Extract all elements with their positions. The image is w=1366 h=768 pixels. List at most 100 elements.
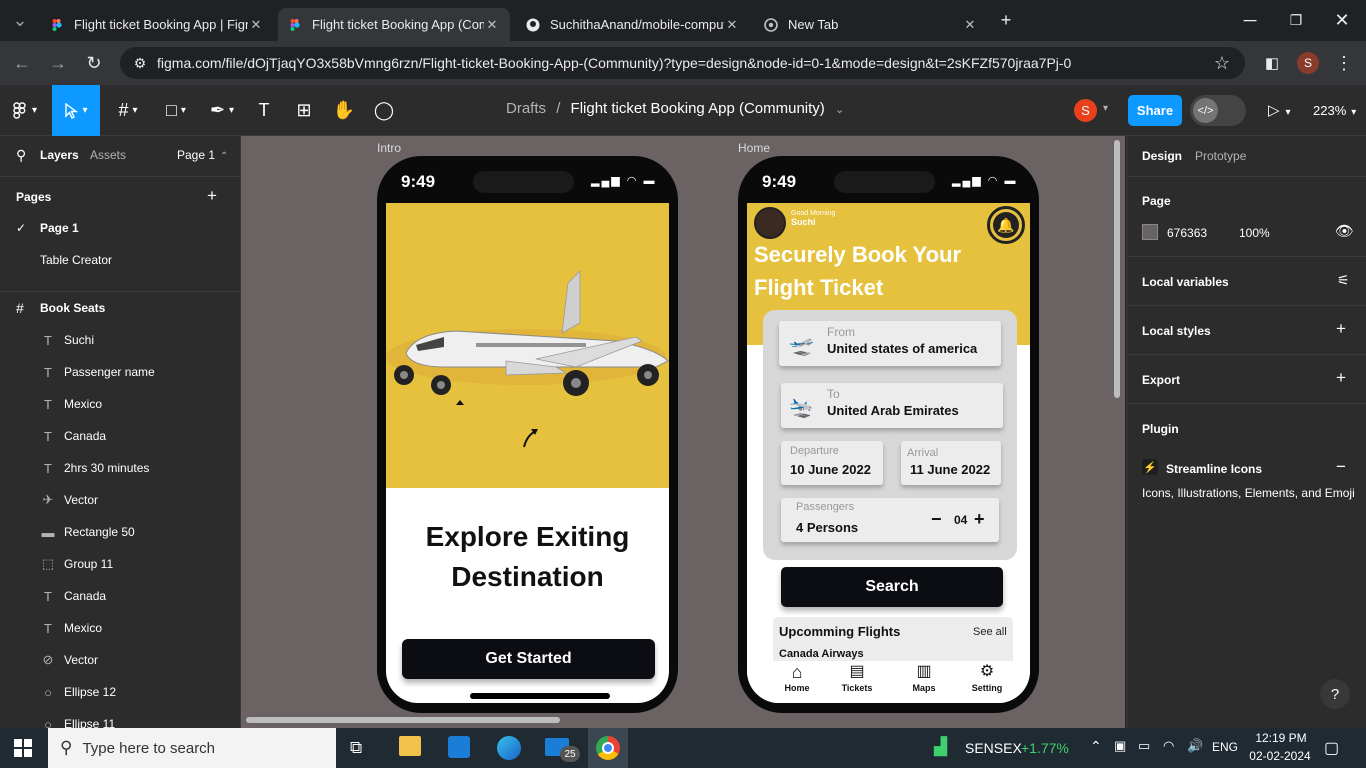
taskbar-search[interactable]: ⚲ Type here to search	[48, 728, 336, 768]
avatar-menu-chevron-icon[interactable]: ▾	[1103, 103, 1108, 114]
help-icon[interactable]: ?	[1320, 679, 1350, 709]
nav-maps[interactable]: ▥ Maps	[904, 661, 944, 693]
network-icon[interactable]: ◠	[1163, 738, 1174, 754]
search-layers-icon[interactable]: ⚲	[16, 147, 26, 164]
to-field[interactable]: 🛬 To United Arab Emirates	[781, 383, 1003, 428]
present-icon[interactable]: ▷ ▾	[1268, 101, 1291, 119]
add-page-icon[interactable]: +	[207, 186, 217, 206]
decrement-icon[interactable]: −	[931, 509, 942, 530]
frame-label-intro[interactable]: Intro	[377, 141, 401, 155]
address-bar[interactable]: figma.com/file/dOjTjaqYO3x58bVmng6rzn/Fl…	[120, 47, 1245, 79]
file-menu-chevron-icon[interactable]: ⌄	[835, 104, 844, 116]
zoom-level[interactable]: 223% ▾	[1313, 103, 1356, 118]
page-color-swatch[interactable]	[1142, 224, 1158, 240]
show-hidden-icons-icon[interactable]: ⌃	[1090, 738, 1102, 755]
notifications-icon[interactable]: ▢	[1324, 738, 1339, 758]
tab-new[interactable]: New Tab ✕	[754, 8, 988, 41]
text-tool-icon[interactable]: T	[246, 85, 282, 136]
plugin-name[interactable]: Streamline Icons	[1166, 462, 1262, 476]
add-export-icon[interactable]: +	[1336, 368, 1346, 388]
frame-label-home[interactable]: Home	[738, 141, 770, 155]
clock-time[interactable]: 12:19 PM	[1253, 731, 1309, 745]
tab-search-icon[interactable]: ⌄	[8, 8, 32, 32]
frame-layer-book-seats[interactable]: # Book Seats	[0, 292, 240, 324]
design-tab[interactable]: Design	[1142, 149, 1182, 163]
layer-item[interactable]: T Canada	[0, 580, 240, 612]
resources-tool-icon[interactable]: ⊞	[286, 85, 322, 136]
variables-settings-icon[interactable]: ⚟	[1337, 272, 1350, 289]
nav-setting[interactable]: ⚙ Setting	[967, 661, 1007, 693]
bookmark-star-icon[interactable]: ☆	[1210, 51, 1234, 75]
dev-mode-toggle[interactable]: </>	[1190, 95, 1246, 126]
add-style-icon[interactable]: +	[1336, 319, 1346, 339]
collapse-plugin-icon[interactable]: −	[1336, 457, 1346, 477]
vertical-scrollbar[interactable]	[1114, 140, 1120, 398]
tab-figma-2[interactable]: Flight ticket Booking App (Community) ✕	[278, 8, 510, 41]
design-canvas[interactable]: Intro Home 9:49 ▂▄▆ ◠ ▬ Explore Exiting …	[241, 136, 1125, 728]
main-menu-icon[interactable]: ▾	[0, 85, 50, 136]
breadcrumb[interactable]: Drafts / Flight ticket Booking App (Comm…	[506, 100, 844, 117]
layer-item[interactable]: T Mexico	[0, 388, 240, 420]
close-tab-icon[interactable]: ✕	[484, 17, 500, 33]
nav-home[interactable]: ⌂ Home	[777, 661, 817, 693]
meet-icon[interactable]: ▣	[1114, 738, 1126, 754]
page-item-1[interactable]: ✓ Page 1	[0, 212, 240, 244]
page-item-2[interactable]: Table Creator	[0, 244, 240, 276]
breadcrumb-drafts[interactable]: Drafts	[506, 100, 546, 117]
close-window-icon[interactable]: ✕	[1330, 8, 1354, 32]
get-started-button[interactable]: Get Started	[402, 639, 655, 679]
layers-tab[interactable]: Layers	[40, 148, 79, 162]
intro-phone-frame[interactable]: 9:49 ▂▄▆ ◠ ▬ Explore Exiting Destination…	[377, 156, 678, 713]
chrome-taskbar-button[interactable]	[588, 728, 628, 768]
nav-tickets[interactable]: ▤ Tickets	[837, 661, 877, 693]
layer-item[interactable]: T Mexico	[0, 612, 240, 644]
see-all-link[interactable]: See all	[973, 626, 1007, 638]
share-button[interactable]: Share	[1128, 95, 1182, 126]
close-tab-icon[interactable]: ✕	[962, 17, 978, 33]
increment-icon[interactable]: +	[974, 509, 985, 530]
profile-avatar[interactable]: S	[1297, 52, 1319, 74]
pen-tool-icon[interactable]: ✒ ▾	[198, 85, 246, 136]
windows-start-icon[interactable]	[14, 739, 32, 757]
from-field[interactable]: 🛫 From United states of america	[779, 321, 1001, 366]
passengers-field[interactable]: Passengers 4 Persons − 04 +	[781, 498, 999, 542]
layer-item[interactable]: ▬ Rectangle 50	[0, 516, 240, 548]
layer-item[interactable]: ⬚ Group 11	[0, 548, 240, 580]
battery-tray-icon[interactable]: ▭	[1138, 738, 1150, 754]
layer-item[interactable]: T Passenger name	[0, 356, 240, 388]
prototype-tab[interactable]: Prototype	[1195, 149, 1246, 163]
restore-icon[interactable]: ❐	[1284, 8, 1308, 32]
layer-item[interactable]: T 2hrs 30 minutes	[0, 452, 240, 484]
tab-figma-1[interactable]: Flight ticket Booking App | Figma ✕	[40, 8, 274, 41]
side-panel-icon[interactable]: ◧	[1260, 51, 1284, 75]
file-explorer-icon[interactable]	[399, 736, 421, 756]
layer-item[interactable]: ✈ Vector	[0, 484, 240, 516]
back-icon[interactable]: ←	[10, 51, 34, 75]
layer-item[interactable]: T Suchi	[0, 324, 240, 356]
shape-tool-icon[interactable]: □ ▾	[152, 85, 200, 136]
page-color-value[interactable]: 676363	[1167, 226, 1207, 240]
chrome-menu-icon[interactable]: ⋮	[1332, 51, 1356, 75]
tab-github[interactable]: SuchithaAnand/mobile-computing ✕	[516, 8, 750, 41]
search-button[interactable]: Search	[781, 567, 1003, 607]
edge-icon[interactable]	[497, 736, 521, 760]
page-selector[interactable]: Page 1 ⌃	[177, 148, 228, 162]
minimize-icon[interactable]: ─	[1238, 8, 1262, 32]
avatar[interactable]	[754, 207, 786, 239]
store-icon[interactable]	[448, 736, 470, 758]
visibility-eye-icon[interactable]: 👁	[1335, 222, 1354, 240]
clock-date[interactable]: 02-02-2024	[1246, 749, 1314, 763]
comment-tool-icon[interactable]: ◯	[366, 85, 402, 136]
hand-tool-icon[interactable]: ✋	[326, 85, 362, 136]
forward-icon[interactable]: →	[46, 51, 70, 75]
layer-item[interactable]: ○ Ellipse 12	[0, 676, 240, 708]
frame-tool-icon[interactable]: # ▾	[104, 85, 152, 136]
home-phone-frame[interactable]: 9:49 ▂▄▆ ◠ ▬ Good Morning Suchi 🔔 Secure…	[738, 156, 1039, 713]
close-tab-icon[interactable]: ✕	[724, 17, 740, 33]
layer-item[interactable]: ⊘ Vector	[0, 644, 240, 676]
user-avatar[interactable]: S	[1074, 99, 1097, 122]
close-tab-icon[interactable]: ✕	[248, 17, 264, 33]
departure-field[interactable]: Departure 10 June 2022	[781, 441, 883, 485]
notification-button[interactable]: 🔔	[987, 206, 1025, 244]
layer-item[interactable]: T Canada	[0, 420, 240, 452]
